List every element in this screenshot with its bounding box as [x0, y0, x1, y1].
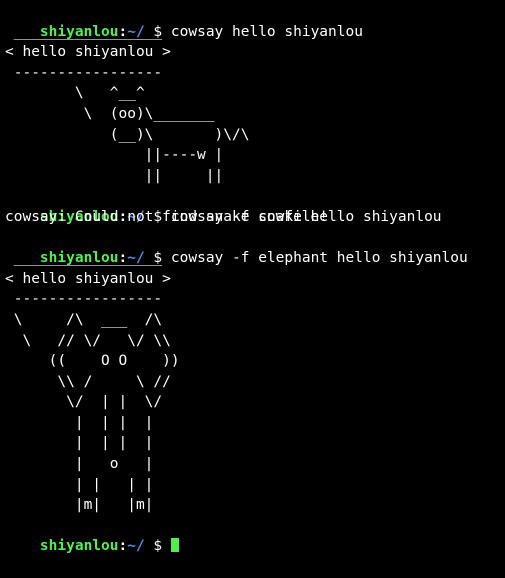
cowsay-output-line: || ||: [5, 167, 224, 184]
elephant-output-line: \/ | | \/: [5, 394, 163, 411]
terminal-window[interactable]: shiyanlou:~/ $ cowsay hello shiyanlou __…: [5, 1, 505, 555]
elephant-output-line: | | | |: [5, 476, 154, 493]
prompt-symbol: $: [144, 538, 171, 555]
elephant-output-line: -----------------: [5, 291, 163, 308]
prompt-separator: :: [118, 538, 128, 555]
elephant-output-line: \\ / \ //: [5, 373, 171, 390]
elephant-output-line: (( O O )): [5, 353, 180, 370]
elephant-output-line: | | | |: [5, 414, 154, 431]
prompt-user: shiyanlou: [39, 538, 119, 555]
command-text: cowsay -f elephant hello shiyanlou: [170, 250, 468, 267]
cowsay-output-line: \ (oo)\_______: [5, 105, 215, 122]
prompt-path: ~/: [127, 538, 145, 555]
cowsay-output-line: (__)\ )\/\: [5, 126, 250, 143]
cowsay-output-line: \ ^__^: [5, 85, 145, 102]
elephant-output-line: | | | |: [5, 435, 154, 452]
elephant-output-line: \ // \/ \/ \\: [5, 332, 171, 349]
elephant-output-line: \ /\ ___ /\: [5, 311, 163, 328]
command-text: cowsay hello shiyanlou: [170, 23, 363, 40]
cowsay-output-line: -----------------: [5, 64, 163, 81]
elephant-output-line: |m| |m|: [5, 497, 154, 514]
cowsay-output-line: < hello shiyanlou >: [5, 44, 171, 61]
cowsay-output-line: ||----w |: [5, 147, 224, 164]
text-cursor: [170, 538, 179, 553]
elephant-output-line: < hello shiyanlou >: [5, 270, 171, 287]
elephant-output-line: | o |: [5, 456, 154, 473]
prompt-line-snake: shiyanlou:~/ $ cowsay -f snake hello shi…: [5, 186, 505, 225]
prompt-line-cowsay: shiyanlou:~/ $ cowsay hello shiyanlou: [5, 1, 505, 40]
prompt-line-elephant: shiyanlou:~/ $ cowsay -f elephant hello …: [5, 228, 505, 266]
active-prompt-line[interactable]: shiyanlou:~/ $: [5, 516, 505, 554]
